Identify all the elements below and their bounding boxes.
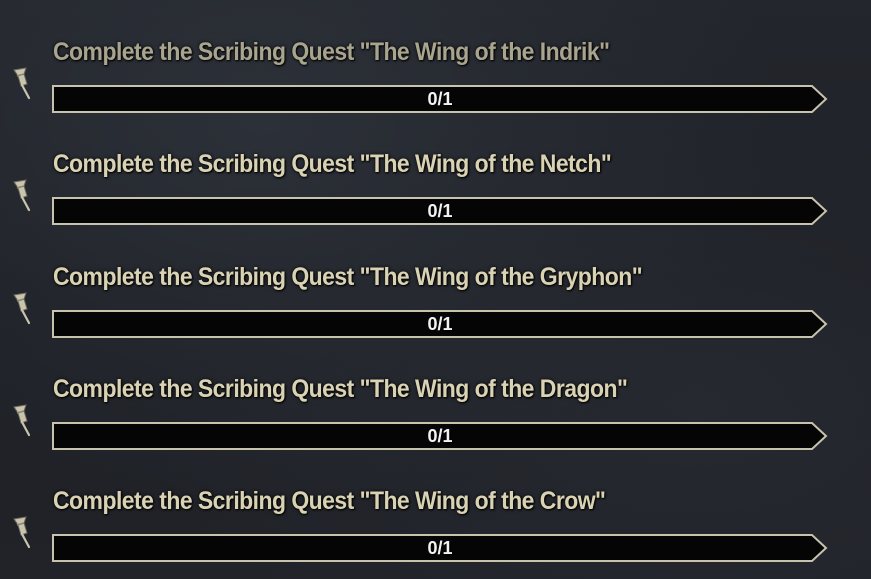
objective-title: Complete the Scribing Quest "The Wing of…: [53, 375, 628, 403]
progress-text: 0/1: [427, 89, 453, 109]
pushpin-icon[interactable]: [7, 64, 37, 104]
progress-text: 0/1: [427, 314, 453, 334]
objective-item[interactable]: Complete the Scribing Quest "The Wing of…: [0, 0, 871, 113]
progress-bar: 0/1: [52, 534, 828, 562]
progress-text: 0/1: [427, 201, 453, 221]
objective-item[interactable]: Complete the Scribing Quest "The Wing of…: [0, 449, 871, 562]
objective-title: Complete the Scribing Quest "The Wing of…: [53, 150, 612, 178]
progress-bar: 0/1: [52, 197, 828, 225]
pushpin-icon[interactable]: [7, 513, 37, 553]
pushpin-icon[interactable]: [7, 289, 37, 329]
progress-bar: 0/1: [52, 310, 828, 338]
pushpin-icon[interactable]: [7, 176, 37, 216]
progress-text: 0/1: [427, 426, 453, 446]
objective-item[interactable]: Complete the Scribing Quest "The Wing of…: [0, 225, 871, 338]
progress-text: 0/1: [427, 538, 453, 558]
objective-title: Complete the Scribing Quest "The Wing of…: [53, 487, 606, 515]
objective-title: Complete the Scribing Quest "The Wing of…: [53, 263, 643, 291]
objective-title: Complete the Scribing Quest "The Wing of…: [53, 38, 610, 66]
progress-bar: 0/1: [52, 85, 828, 113]
progress-bar: 0/1: [52, 422, 828, 450]
objective-item[interactable]: Complete the Scribing Quest "The Wing of…: [0, 337, 871, 450]
objective-item[interactable]: Complete the Scribing Quest "The Wing of…: [0, 112, 871, 225]
pushpin-icon[interactable]: [7, 401, 37, 441]
objective-list: Complete the Scribing Quest "The Wing of…: [0, 0, 871, 579]
